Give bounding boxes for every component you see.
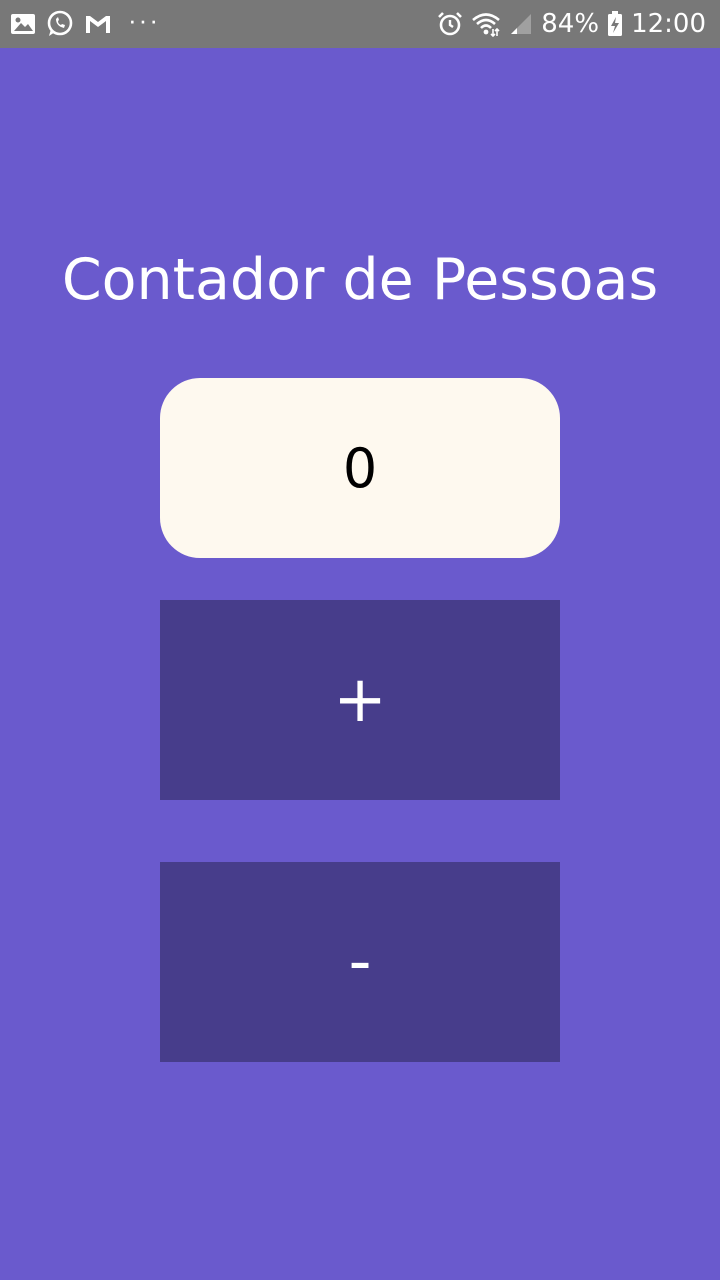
gmail-icon [84,12,112,36]
status-left-group: ··· [10,0,160,48]
battery-percentage: 84% [541,9,600,39]
alarm-icon [437,11,463,37]
whatsapp-icon [46,10,74,38]
counter-value: 0 [342,436,378,500]
increment-button[interactable]: + [160,600,560,800]
clock-time: 12:00 [631,9,706,39]
status-right-group: 84% 12:00 [437,0,706,48]
wifi-icon [471,11,501,37]
gallery-icon [10,12,36,36]
more-notifications-indicator: ··· [128,5,160,35]
decrement-button[interactable]: - [160,862,560,1062]
counter-display: 0 [160,378,560,558]
status-bar: ··· 84% 12:00 [0,0,720,48]
signal-icon [509,12,533,36]
battery-charging-icon [607,11,623,37]
page-title: Contador de Pessoas [61,247,659,313]
